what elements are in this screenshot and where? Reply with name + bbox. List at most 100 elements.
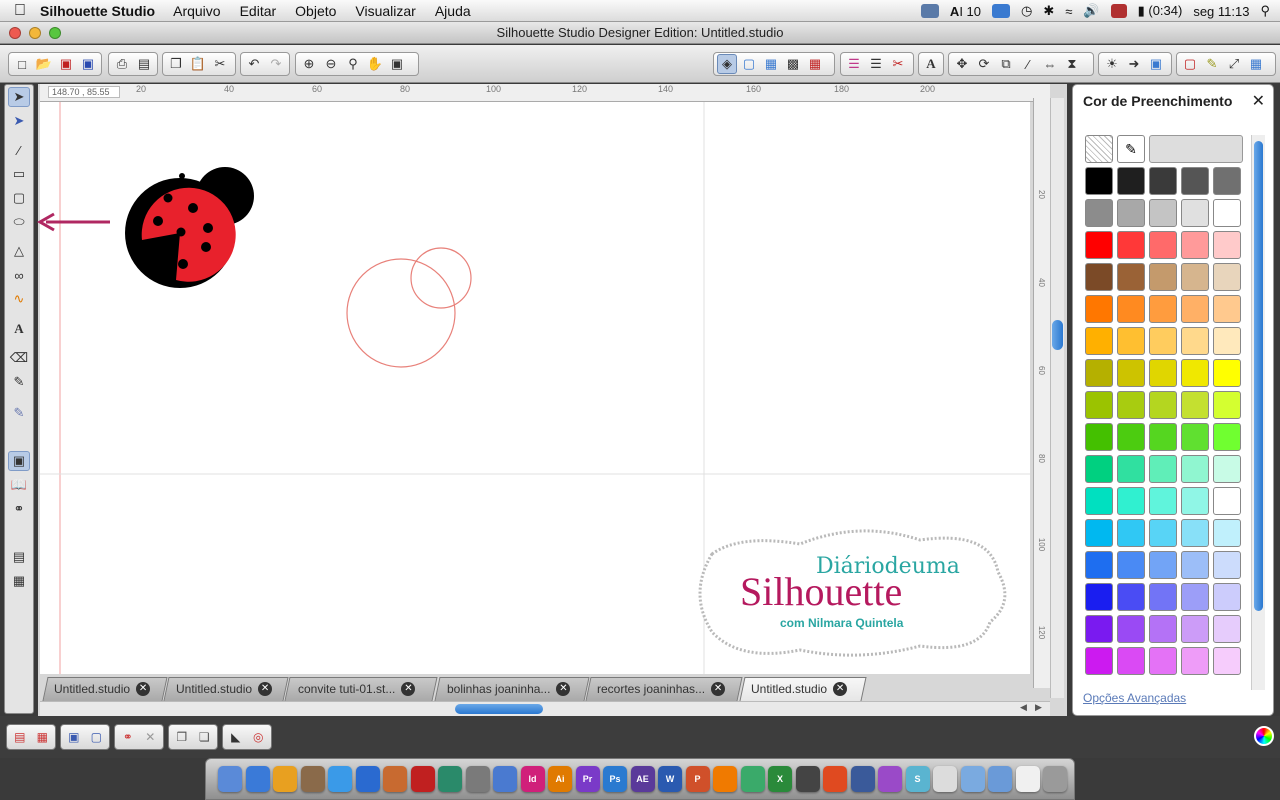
color-swatch[interactable]	[1149, 423, 1177, 451]
color-swatch[interactable]	[1213, 167, 1241, 195]
applications-icon[interactable]	[988, 766, 1012, 792]
document-icon[interactable]	[1015, 766, 1040, 792]
pan-icon[interactable]: ✋	[365, 54, 385, 74]
color-swatch[interactable]	[1085, 167, 1113, 195]
bring-front-icon[interactable]: ◣	[226, 727, 246, 747]
color-swatch[interactable]	[1149, 391, 1177, 419]
menu-ajuda[interactable]: Ajuda	[435, 3, 471, 19]
close-tab-icon[interactable]: ✕	[711, 682, 726, 696]
color-swatch[interactable]	[1181, 359, 1209, 387]
menu-editar[interactable]: Editar	[240, 3, 277, 19]
folder-icon[interactable]	[960, 766, 985, 792]
color-swatch[interactable]	[1085, 391, 1113, 419]
illustrator-icon[interactable]: Ai	[548, 766, 572, 792]
weld-icon[interactable]: ⚭	[118, 727, 138, 747]
color-swatch[interactable]	[1117, 423, 1145, 451]
grid-icon[interactable]: ▦	[1246, 54, 1266, 74]
color-swatch[interactable]	[1117, 263, 1145, 291]
color-swatch[interactable]	[1213, 519, 1241, 547]
eraser-tool-icon[interactable]: ⌫	[8, 348, 30, 368]
color-swatch[interactable]	[1213, 615, 1241, 643]
color-swatch[interactable]	[1085, 295, 1113, 323]
color-swatch[interactable]	[1149, 263, 1177, 291]
color-swatch[interactable]	[1181, 519, 1209, 547]
color-swatch[interactable]	[1149, 455, 1177, 483]
dvd-icon[interactable]	[795, 766, 820, 792]
no-fill-swatch[interactable]	[1085, 135, 1113, 163]
rounded-rect-tool-icon[interactable]: ▢	[8, 188, 30, 208]
apple-icon[interactable]: 	[0, 2, 40, 20]
eyedropper-icon[interactable]: ✎	[1117, 135, 1145, 163]
time-machine-tray-icon[interactable]: ◷	[1021, 3, 1032, 19]
battery-icon[interactable]: ▮ (0:34)	[1138, 3, 1183, 19]
color-swatch[interactable]	[1181, 167, 1209, 195]
spotlight-icon[interactable]: ⚲	[1260, 3, 1270, 19]
system-prefs-icon[interactable]	[465, 766, 490, 792]
color-swatch[interactable]	[1213, 263, 1241, 291]
color-swatch[interactable]	[1213, 647, 1241, 675]
color-swatch[interactable]	[1117, 199, 1145, 227]
curve-tool-icon[interactable]: ∞	[8, 265, 30, 285]
color-swatch[interactable]	[1213, 583, 1241, 611]
freehand-tool-icon[interactable]: ∿	[8, 289, 30, 309]
color-swatch[interactable]	[1213, 455, 1241, 483]
color-swatch[interactable]	[1213, 327, 1241, 355]
indesign-icon[interactable]: Id	[520, 766, 545, 792]
knife-tool-icon[interactable]: ✎	[8, 372, 30, 392]
color-swatch[interactable]	[1117, 295, 1145, 323]
pattern-icon[interactable]: ▦	[761, 54, 781, 74]
itunes-icon[interactable]	[355, 766, 380, 792]
safari-icon[interactable]	[328, 766, 352, 792]
color-swatch[interactable]	[1085, 263, 1113, 291]
color-swatch[interactable]	[1213, 231, 1241, 259]
color-swatch[interactable]	[1181, 551, 1209, 579]
finder-icon[interactable]	[218, 766, 242, 792]
color-swatch[interactable]	[1181, 295, 1209, 323]
color-swatch[interactable]	[1085, 615, 1113, 643]
doc-tab-label[interactable]: recortes joaninhas...	[597, 677, 705, 701]
horizontal-scroll-thumb[interactable]	[455, 704, 543, 714]
line-tool-icon[interactable]: ∕	[8, 140, 30, 160]
minimize-window-button[interactable]	[29, 27, 41, 39]
close-tab-icon[interactable]: ✕	[258, 682, 273, 696]
color-swatch[interactable]	[1213, 295, 1241, 323]
color-swatch[interactable]	[1149, 327, 1177, 355]
polygon-tool-icon[interactable]: △	[8, 241, 30, 261]
cut-icon[interactable]: ✂	[210, 54, 230, 74]
excel-icon[interactable]: X	[768, 766, 792, 792]
mirror-icon[interactable]: ❏	[195, 727, 215, 747]
fill-color-icon[interactable]: ◈	[717, 54, 737, 74]
panel-scrollbar[interactable]	[1251, 135, 1265, 690]
iphoto-icon[interactable]	[383, 766, 407, 792]
doc-tab-label[interactable]: bolinhas joaninha...	[447, 677, 550, 701]
color-swatch[interactable]	[1117, 455, 1145, 483]
color-swatch[interactable]	[1085, 231, 1113, 259]
replicate-icon[interactable]: ⧉	[996, 54, 1016, 74]
doc-tab-label[interactable]: Untitled.studio	[54, 677, 130, 701]
close-panel-icon[interactable]: ✕	[1252, 91, 1265, 111]
word-icon[interactable]: W	[658, 766, 682, 792]
color-swatch[interactable]	[1181, 615, 1209, 643]
premiere-icon[interactable]: Pr	[575, 766, 600, 792]
color-swatch[interactable]	[1085, 583, 1113, 611]
print-icon[interactable]: ⎙	[112, 54, 132, 74]
volume-icon[interactable]: 🔊	[1083, 3, 1099, 19]
color-swatch[interactable]	[1085, 487, 1113, 515]
color-swatch[interactable]	[1181, 583, 1209, 611]
cut-settings-icon[interactable]: ▢	[1180, 54, 1200, 74]
trace-icon[interactable]: ⧗	[1062, 54, 1082, 74]
screen-icon[interactable]	[850, 766, 875, 792]
color-swatch[interactable]	[1213, 359, 1241, 387]
utility-icon[interactable]	[740, 766, 765, 792]
close-tab-icon[interactable]: ✕	[556, 682, 571, 696]
offset-icon[interactable]: ⇔	[1040, 54, 1060, 74]
doc-tab-label[interactable]: Untitled.studio	[751, 677, 827, 701]
point-edit-icon[interactable]: ➤	[8, 111, 30, 131]
line-color-icon[interactable]: ▢	[739, 54, 759, 74]
align-icon[interactable]: ☰	[866, 54, 886, 74]
make-compound-icon[interactable]: ▣	[64, 727, 84, 747]
color-swatch[interactable]	[1213, 391, 1241, 419]
zoom-out-icon[interactable]: ⊖	[321, 54, 341, 74]
split-view-icon[interactable]: ▤	[8, 547, 30, 567]
color-swatch[interactable]	[1149, 167, 1177, 195]
